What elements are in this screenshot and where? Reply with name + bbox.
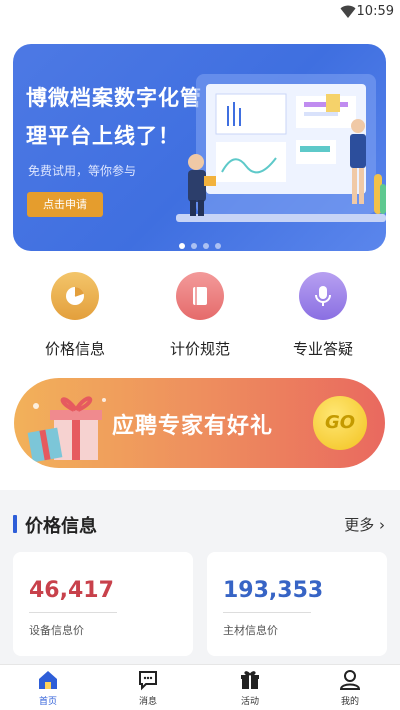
quick-action-label: 专业答疑 (292, 340, 353, 358)
equipment-price-card[interactable]: 46,417 设备信息价 (13, 552, 193, 656)
gift-box-illustration (27, 396, 106, 463)
promo-banner[interactable]: 博微档案数字化管 理平台上线了！ 免费试用，等你参与 点击申请 (13, 44, 386, 251)
quick-actions: 价格信息 计价规范 专业答疑 (0, 272, 400, 364)
bottom-tab-bar: 首页 消息 活动 我的 (0, 664, 400, 710)
home-icon (39, 671, 57, 689)
message-icon (139, 671, 157, 691)
tab-home[interactable]: 首页 (18, 669, 78, 707)
tab-label: 消息 (138, 697, 157, 707)
quick-action-price-info[interactable]: 价格信息 (20, 272, 130, 359)
carousel-dot[interactable] (202, 243, 209, 249)
tab-profile[interactable]: 我的 (320, 669, 380, 707)
tab-label: 活动 (240, 697, 259, 707)
tab-label: 首页 (38, 697, 57, 707)
banner-illustration (176, 74, 386, 222)
material-price-count: 193,353 (223, 578, 324, 603)
tab-activities[interactable]: 活动 (220, 669, 280, 707)
quick-action-label: 计价规范 (169, 340, 230, 358)
carousel-dot[interactable] (214, 243, 221, 249)
divider (29, 612, 117, 613)
material-price-caption: 主材信息价 (223, 624, 278, 637)
gift-icon (241, 671, 259, 689)
banner-title-line2: 理平台上线了！ (26, 124, 180, 148)
material-price-card[interactable]: 193,353 主材信息价 (207, 552, 387, 656)
tab-messages[interactable]: 消息 (118, 669, 178, 707)
price-info-section: 价格信息 更多 › 46,417 设备信息价 193,353 主材信息价 (0, 490, 400, 666)
expert-recruit-banner[interactable]: 应聘专家有好礼 GO (14, 378, 385, 468)
quick-action-expert-qa[interactable]: 专业答疑 (268, 272, 378, 359)
quick-action-pricing-rules[interactable]: 计价规范 (145, 272, 255, 359)
carousel-dot[interactable] (190, 243, 197, 249)
section-title: 价格信息 (25, 516, 97, 537)
carousel-indicator[interactable] (13, 234, 386, 251)
go-button[interactable]: GO (313, 396, 367, 450)
tab-label: 我的 (340, 697, 359, 707)
microphone-icon (299, 272, 347, 320)
section-accent-bar (13, 515, 17, 533)
section-header: 价格信息 更多 › (13, 512, 385, 537)
banner-subtitle: 免费试用，等你参与 (28, 164, 137, 178)
status-bar: 10:59 (0, 0, 400, 24)
wifi-icon (340, 5, 356, 18)
equipment-price-count: 46,417 (29, 578, 114, 603)
book-icon (176, 272, 224, 320)
user-icon (339, 670, 361, 690)
more-link[interactable]: 更多 › (344, 514, 385, 535)
divider (223, 612, 311, 613)
status-time: 10:59 (356, 4, 394, 19)
carousel-dot[interactable] (178, 243, 185, 249)
promo-text: 应聘专家有好礼 (112, 414, 274, 439)
equipment-price-caption: 设备信息价 (29, 624, 84, 637)
pie-chart-icon (51, 272, 99, 320)
apply-button[interactable]: 点击申请 (27, 192, 103, 217)
quick-action-label: 价格信息 (44, 340, 105, 358)
